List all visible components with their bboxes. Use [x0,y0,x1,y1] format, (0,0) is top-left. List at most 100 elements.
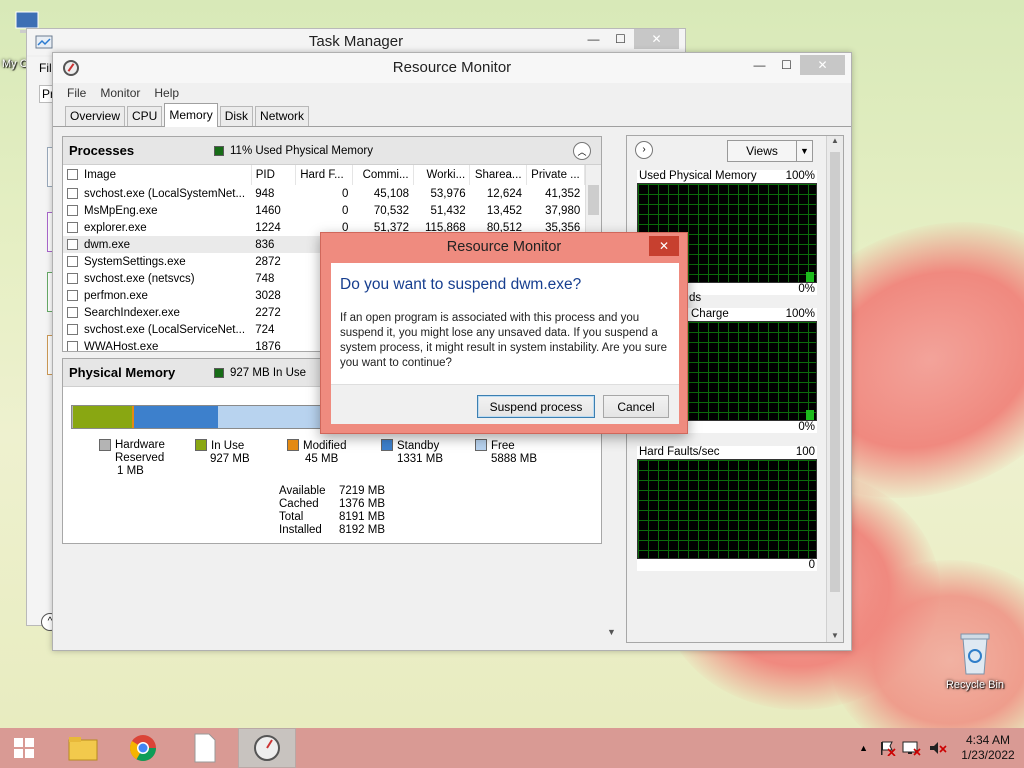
task-manager-title: Task Manager [308,33,404,50]
network-icon[interactable] [902,740,922,756]
process-value-cell: 53,976 [430,187,466,200]
row-checkbox[interactable] [67,289,78,301]
collapse-chevron-icon[interactable]: ︿ [573,142,591,160]
process-value-cell: 3028 [255,289,281,302]
menu-file[interactable]: File [67,86,86,100]
row-checkbox[interactable] [67,187,78,199]
resource-monitor-titlebar[interactable]: Resource Monitor — ☐ ✕ [53,53,851,83]
tab-disk[interactable]: Disk [219,106,254,126]
process-image-cell: explorer.exe [63,219,251,236]
row-checkbox[interactable] [67,323,78,335]
expand-pane-icon[interactable]: › [635,141,653,159]
row-checkbox[interactable] [67,204,78,216]
row-checkbox[interactable] [67,272,78,284]
resource-monitor-icon [254,735,280,761]
clock[interactable]: 4:34 AM 1/23/2022 [952,733,1024,763]
column-header-commit[interactable]: Commi... [352,165,414,185]
dropdown-arrow-icon: ▼ [796,141,812,161]
minimize-button[interactable]: — [580,29,607,49]
legend-swatch [381,439,393,451]
physical-memory-summary: 927 MB In Use [230,366,307,379]
pane-scroll-down-icon[interactable]: ▼ [607,627,616,637]
memory-stats: Available 7219 MB Cached 1376 MB Total 8191… [279,485,386,536]
process-value-cell: 37,980 [545,204,581,217]
legend-modified: Modified 45 MB [287,439,346,466]
column-header-private[interactable]: Private ... [526,165,585,185]
desktop-icon-label: My C [2,58,28,70]
process-image-cell: svchost.exe (netsvcs) [63,270,251,287]
menu-monitor[interactable]: Monitor [100,86,140,100]
column-header-working-set[interactable]: Worki... [413,165,471,185]
menu-help[interactable]: Help [154,86,179,100]
folder-icon [68,737,98,761]
taskbar-file-explorer[interactable] [54,728,112,768]
tab-strip: Overview CPU Memory Disk Network [53,103,851,127]
column-header-image[interactable]: Image [63,165,252,185]
desktop-icon-label: Recycle Bin [945,679,1005,691]
taskbar-document[interactable] [176,728,234,768]
taskbar-resource-monitor[interactable] [238,728,296,768]
memory-usage-swatch [214,145,224,156]
process-value-cell: 12,624 [486,187,523,200]
process-value-cell: 748 [255,272,275,285]
dialog-titlebar[interactable]: Resource Monitor ✕ [321,233,687,261]
process-image-cell: SearchIndexer.exe [63,304,251,321]
maximize-button[interactable]: ☐ [773,55,800,75]
column-header-hard-faults[interactable]: Hard F... [295,165,353,185]
close-button[interactable]: ✕ [800,55,845,75]
suspend-confirm-dialog[interactable]: Resource Monitor ✕ Do you want to suspen… [320,232,688,434]
close-button[interactable]: ✕ [634,29,679,49]
start-button[interactable] [0,728,48,768]
graphs-scrollbar[interactable]: ▲ ▼ [826,136,843,642]
minimize-button[interactable]: — [746,55,773,75]
dialog-close-button[interactable]: ✕ [649,236,679,256]
action-center-flag-icon[interactable] [878,740,896,756]
legend-free: Free 5888 MB [475,439,537,466]
processes-title: Processes [69,143,135,158]
table-row[interactable]: svchost.exe (LocalSystemNet... 948 0 45,108… [63,185,601,202]
show-hidden-icons-icon[interactable]: ▲ [859,743,868,753]
legend-swatch [195,439,207,451]
desktop-icon-recycle-bin[interactable]: Recycle Bin [940,630,1010,691]
process-value-cell: 51,432 [430,204,466,217]
dialog-body: Do you want to suspend dwm.exe? If an op… [331,263,679,424]
process-value-cell: 1460 [255,204,281,217]
scroll-down-icon[interactable]: ▼ [827,631,843,640]
speaker-muted-icon[interactable] [928,740,948,756]
process-image-cell: svchost.exe (LocalServiceNet... [63,321,251,338]
table-row[interactable]: MsMpEng.exe 1460 0 70,532 51,432 13,452 37,980 [63,202,601,219]
dialog-message: If an open program is associated with th… [340,312,668,369]
maximize-button[interactable]: ☐ [607,29,634,49]
cancel-button[interactable]: Cancel [603,395,669,418]
taskbar-chrome[interactable] [114,728,172,768]
process-image-cell: SystemSettings.exe [63,253,251,270]
tab-network[interactable]: Network [255,106,310,126]
tab-cpu[interactable]: CPU [127,106,163,126]
row-checkbox[interactable] [67,221,78,233]
dialog-question: Do you want to suspend dwm.exe? [340,276,582,293]
row-checkbox[interactable] [67,340,78,351]
legend-swatch [287,439,299,451]
chrome-icon [129,735,157,762]
views-label: Views [746,144,778,158]
tab-memory[interactable]: Memory [164,103,218,127]
select-all-checkbox[interactable] [67,169,78,181]
column-header-shareable[interactable]: Sharea... [469,165,527,185]
process-value-cell: 724 [255,323,275,336]
row-checkbox[interactable] [67,255,78,267]
scrollbar-thumb[interactable] [588,185,599,215]
process-value-cell: 45,108 [373,187,410,200]
scrollbar-thumb[interactable] [830,152,840,592]
task-manager-menu-file[interactable]: Fil [39,61,52,75]
bar-segment-standby [134,406,219,428]
column-header-pid[interactable]: PID [251,165,297,185]
views-dropdown[interactable]: Views ▼ [727,140,813,162]
legend-swatch [475,439,487,451]
processes-panel-header[interactable]: Processes 11% Used Physical Memory ︿ [63,137,601,165]
scroll-up-icon[interactable]: ▲ [827,136,843,145]
tab-overview[interactable]: Overview [65,106,126,126]
process-value-cell: 836 [251,236,296,253]
suspend-process-button[interactable]: Suspend process [477,395,595,418]
row-checkbox[interactable] [67,238,78,250]
row-checkbox[interactable] [67,306,78,318]
